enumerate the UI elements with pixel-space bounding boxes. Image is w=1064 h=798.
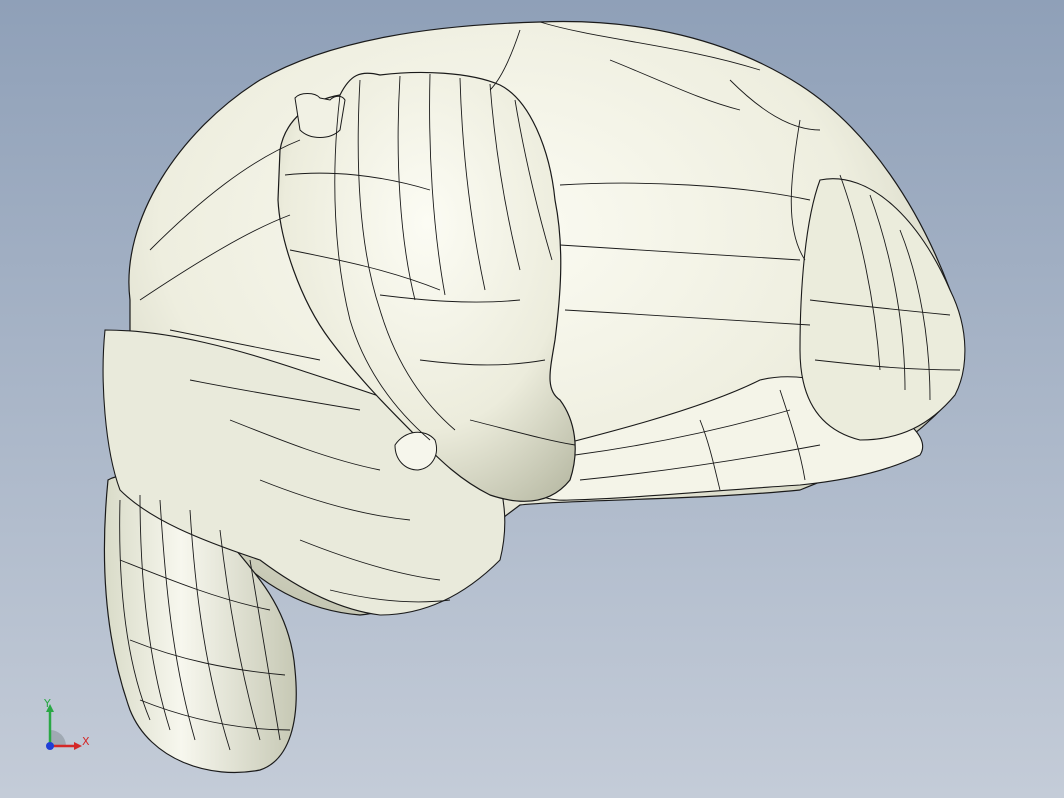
triad-y-label: Y [44, 697, 51, 710]
triad-x-arrow [74, 742, 82, 750]
3d-model-view[interactable] [0, 0, 1064, 798]
coordinate-triad: Y X [36, 696, 106, 760]
triad-x-label: X [82, 735, 90, 748]
triad-z-origin [46, 742, 54, 750]
graphics-viewport[interactable]: Y X [0, 0, 1064, 798]
